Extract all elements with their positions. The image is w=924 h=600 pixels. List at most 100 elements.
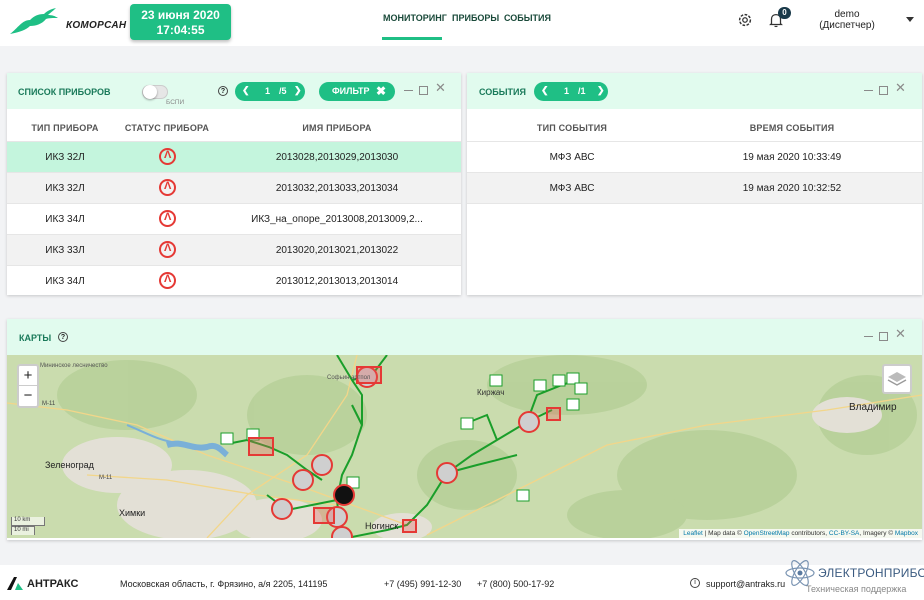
osm-link[interactable]: OpenStreetMap bbox=[744, 530, 790, 537]
events-pager: ❮ 1 /1 ❯ bbox=[534, 82, 608, 101]
device-name: 2013012,2013013,2013014 bbox=[275, 276, 399, 287]
road-label-m11: М-11 bbox=[99, 475, 113, 481]
zoom-out-button[interactable]: − bbox=[19, 386, 37, 406]
help-icon[interactable]: ? bbox=[218, 86, 228, 96]
next-page-icon[interactable]: ❯ bbox=[597, 85, 605, 96]
col-event-time[interactable]: ВРЕМЯ СОБЫТИЯ bbox=[727, 123, 857, 133]
table-row[interactable]: ИКЗ 34Л ИКЗ_на_опоре_2013008,2013009,2..… bbox=[7, 203, 461, 234]
alarm-status-icon bbox=[159, 272, 176, 289]
prev-page-icon[interactable]: ❮ bbox=[541, 85, 549, 96]
table-row[interactable]: ИКЗ 34Л 2013012,2013013,2013014 bbox=[7, 265, 461, 296]
support-email[interactable]: support@antraks.ru bbox=[706, 579, 785, 589]
table-row[interactable]: МФЗ АВС 19 мая 2020 10:32:52 bbox=[467, 172, 922, 203]
current-date: 23 июня 2020 bbox=[141, 8, 220, 22]
device-name: ИКЗ_на_опоре_2013008,2013009,2... bbox=[251, 214, 423, 225]
close-panel-icon[interactable]: ✕ bbox=[895, 81, 906, 95]
notification-count: 0 bbox=[778, 7, 791, 19]
company-address: Московская область, г. Фрязино, а/я 2205… bbox=[120, 579, 328, 589]
map-attribution: Leaflet | Map data © OpenStreetMap contr… bbox=[679, 529, 922, 538]
minimize-icon[interactable] bbox=[404, 84, 413, 91]
alarm-status-icon bbox=[159, 241, 176, 258]
events-panel-header: СОБЫТИЯ ❮ 1 /1 ❯ ✕ bbox=[467, 73, 922, 109]
deer-logo-icon bbox=[10, 8, 58, 34]
minimize-icon[interactable] bbox=[864, 84, 873, 91]
antraks-logo-icon bbox=[7, 577, 23, 590]
chevron-down-icon[interactable] bbox=[906, 17, 914, 22]
user-name: demo bbox=[834, 9, 860, 20]
close-panel-icon[interactable]: ✕ bbox=[895, 327, 906, 341]
phone-2[interactable]: +7 (800) 500-17-92 bbox=[477, 579, 554, 589]
minimize-icon[interactable] bbox=[864, 330, 873, 337]
device-type: ИКЗ 32Л bbox=[45, 183, 85, 194]
phone-1[interactable]: +7 (495) 991-12-30 bbox=[384, 579, 461, 589]
nav-monitoring[interactable]: МОНИТОРИНГ bbox=[383, 13, 447, 23]
col-device-name[interactable]: ИМЯ ПРИБОРА bbox=[247, 123, 427, 133]
event-type: МФЗ АВС bbox=[549, 183, 595, 194]
watermark-text: ЭЛЕКТРОНПРИБОР bbox=[818, 566, 924, 580]
attribution-text: contributors, bbox=[789, 530, 829, 537]
bspi-label: БСПИ bbox=[166, 99, 185, 106]
device-name: 2013020,2013021,2013022 bbox=[275, 245, 399, 256]
filter-label: ФИЛЬТР bbox=[332, 86, 370, 96]
table-row[interactable]: ИКЗ 32Л 2013028,2013029,2013030 bbox=[7, 141, 461, 172]
map-canvas[interactable]: Владимир Киржач Зеленоград Химки Ногинск… bbox=[7, 355, 922, 538]
nav-events[interactable]: СОБЫТИЯ bbox=[504, 13, 551, 23]
app-logo[interactable]: КОМОРСАН bbox=[8, 6, 128, 40]
map-layers-button[interactable] bbox=[882, 364, 912, 394]
logo-text: КОМОРСАН bbox=[66, 20, 127, 31]
maximize-icon[interactable] bbox=[879, 86, 888, 95]
pager-current[interactable]: 1 bbox=[265, 86, 270, 96]
mapbox-link[interactable]: Mapbox bbox=[895, 530, 918, 537]
map-view[interactable]: Владимир Киржач Зеленоград Химки Ногинск… bbox=[7, 355, 922, 538]
next-page-icon[interactable]: ❯ bbox=[294, 85, 302, 96]
info-icon: i bbox=[690, 578, 700, 588]
support-label: Техническая поддержка bbox=[806, 584, 907, 594]
maximize-icon[interactable] bbox=[879, 332, 888, 341]
bspi-toggle[interactable] bbox=[142, 85, 168, 99]
map-zoom-control: + − bbox=[17, 364, 39, 408]
attribution-text: , Imagery © bbox=[859, 530, 895, 537]
gear-icon[interactable] bbox=[736, 11, 754, 29]
nav-devices[interactable]: ПРИБОРЫ bbox=[452, 13, 499, 23]
filter-button[interactable]: ФИЛЬТР ✖ bbox=[319, 82, 395, 101]
devices-table-header: ТИП ПРИБОРА СТАТУС ПРИБОРА ИМЯ ПРИБОРА bbox=[7, 115, 461, 141]
company-name: АНТРАКС bbox=[27, 578, 79, 590]
place-label-sofino: Софьин артпол bbox=[327, 375, 371, 381]
nav-active-indicator bbox=[382, 37, 442, 40]
cc-link[interactable]: CC-BY-SA bbox=[829, 530, 859, 537]
col-event-type[interactable]: ТИП СОБЫТИЯ bbox=[517, 123, 627, 133]
table-divider bbox=[467, 203, 922, 204]
table-row[interactable]: ИКЗ 33Л 2013020,2013021,2013022 bbox=[7, 234, 461, 265]
road-label-m11: М-11 bbox=[42, 401, 56, 407]
device-name: 2013032,2013033,2013034 bbox=[275, 183, 399, 194]
pager-current[interactable]: 1 bbox=[564, 86, 569, 96]
close-icon[interactable]: ✖ bbox=[376, 84, 386, 98]
close-panel-icon[interactable]: ✕ bbox=[435, 81, 446, 95]
atom-watermark-icon bbox=[785, 560, 815, 586]
toggle-knob bbox=[143, 85, 157, 99]
help-icon[interactable]: ? bbox=[58, 332, 68, 342]
zoom-in-button[interactable]: + bbox=[19, 366, 37, 386]
devices-pager: ❮ 1 /5 ❯ bbox=[235, 82, 305, 101]
city-label-kirzhach: Киржач bbox=[477, 388, 504, 397]
col-device-type[interactable]: ТИП ПРИБОРА bbox=[25, 123, 105, 133]
events-panel: СОБЫТИЯ ❮ 1 /1 ❯ ✕ ТИП СОБЫТИЯ ВРЕМЯ СОБ… bbox=[467, 73, 922, 295]
prev-page-icon[interactable]: ❮ bbox=[242, 85, 250, 96]
maximize-icon[interactable] bbox=[419, 86, 428, 95]
city-label-vladimir: Владимир bbox=[849, 402, 897, 413]
col-device-status[interactable]: СТАТУС ПРИБОРА bbox=[117, 123, 217, 133]
table-row[interactable]: МФЗ АВС 19 мая 2020 10:33:49 bbox=[467, 141, 922, 172]
place-label-mininskoe: Мининское лесничество bbox=[40, 363, 108, 369]
scale-km: 10 km bbox=[11, 517, 45, 526]
events-panel-title: СОБЫТИЯ bbox=[479, 87, 526, 97]
city-label-noginsk: Ногинск bbox=[365, 521, 398, 531]
user-menu[interactable]: demo (Диспетчер) bbox=[812, 9, 882, 31]
attribution-text: | Map data © bbox=[702, 530, 744, 537]
table-row[interactable]: ИКЗ 32Л 2013032,2013033,2013034 bbox=[7, 172, 461, 203]
user-role: (Диспетчер) bbox=[819, 20, 875, 31]
datetime-badge: 23 июня 2020 17:04:55 bbox=[130, 4, 231, 40]
event-time: 19 мая 2020 10:33:49 bbox=[742, 152, 842, 163]
current-time: 17:04:55 bbox=[156, 23, 205, 37]
leaflet-link[interactable]: Leaflet bbox=[683, 530, 703, 537]
devices-panel-title: СПИСОК ПРИБОРОВ bbox=[18, 87, 111, 97]
